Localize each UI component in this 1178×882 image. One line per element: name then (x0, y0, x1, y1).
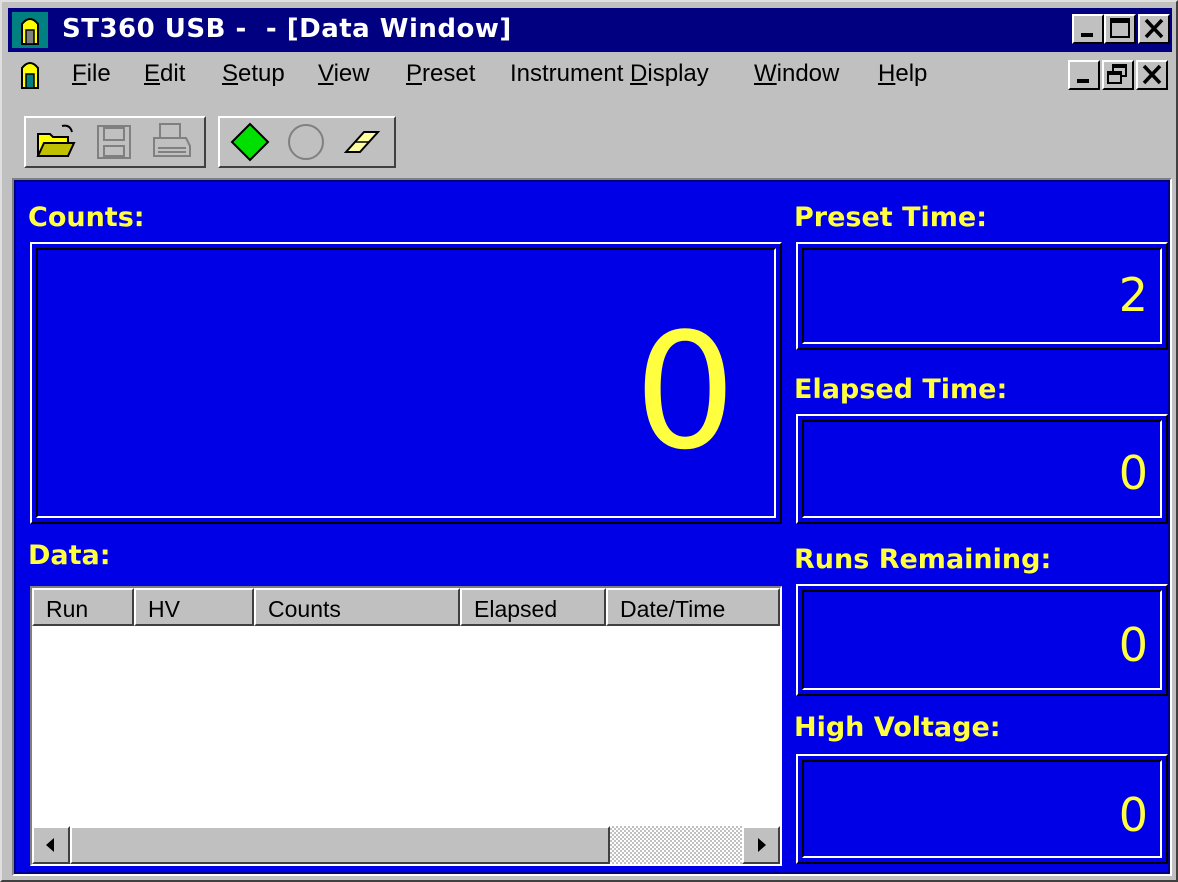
start-button[interactable] (222, 118, 278, 166)
minimize-icon (1081, 33, 1093, 37)
table-header: Run HV Counts Elapsed Date/Time (32, 588, 780, 626)
menu-instrument-label: Instrument (510, 60, 631, 87)
column-header-counts[interactable]: Counts (254, 588, 460, 626)
menu-help[interactable]: Help (878, 60, 927, 88)
runs-remaining-display-inner (802, 590, 1162, 690)
scrollbar-thumb[interactable] (70, 826, 610, 864)
start-diamond-icon (230, 122, 270, 162)
app-window: ST360 USB - - [Data Window] File Edit Se… (0, 0, 1178, 882)
save-disk-icon (97, 125, 131, 159)
open-button[interactable] (28, 118, 84, 166)
stop-circle-icon (288, 124, 324, 160)
elapsed-time-label: Elapsed Time: (794, 374, 1008, 405)
eraser-icon (343, 131, 381, 153)
data-panel: Counts: 0 Preset Time: 2 Elapsed Time: 0… (16, 182, 1168, 872)
menu-window-mnemonic: W (754, 60, 777, 87)
scroll-left-button[interactable] (32, 826, 70, 864)
close-icon (1144, 18, 1164, 39)
horizontal-scrollbar[interactable] (32, 826, 780, 864)
data-table[interactable]: Run HV Counts Elapsed Date/Time (30, 586, 782, 866)
high-voltage-value: 0 (1118, 788, 1148, 842)
runs-remaining-display: 0 (796, 584, 1168, 696)
counts-label: Counts: (28, 202, 145, 233)
column-header-hv[interactable]: HV (134, 588, 254, 626)
arrow-right-icon (758, 838, 766, 852)
toolbar-group-file (24, 116, 206, 168)
menu-preset-label: reset (422, 60, 476, 87)
menu-view-mnemonic: V (318, 60, 334, 87)
menu-bar: File Edit Setup View Preset Instrument D… (8, 54, 1172, 98)
elapsed-time-value: 0 (1118, 446, 1148, 500)
menu-preset[interactable]: Preset (406, 60, 475, 88)
elapsed-time-display-inner (802, 420, 1162, 518)
close-button[interactable] (1138, 14, 1170, 44)
runs-remaining-label: Runs Remaining: (794, 544, 1052, 575)
menu-view[interactable]: View (318, 60, 370, 88)
data-window: Counts: 0 Preset Time: 2 Elapsed Time: 0… (12, 178, 1172, 876)
counts-value: 0 (634, 298, 736, 485)
menu-window[interactable]: Window (754, 60, 839, 88)
toolbar-group-run (218, 116, 396, 168)
menu-setup[interactable]: Setup (222, 60, 285, 88)
title-bar[interactable]: ST360 USB - - [Data Window] (8, 8, 1172, 52)
preset-time-display: 2 (796, 242, 1168, 350)
minimize-icon (1077, 79, 1089, 83)
menu-edit[interactable]: Edit (144, 60, 185, 88)
restore-icon (1107, 64, 1127, 84)
menu-edit-label: dit (160, 60, 186, 87)
stop-button[interactable] (278, 118, 334, 166)
child-minimize-button[interactable] (1068, 60, 1100, 90)
minimize-button[interactable] (1072, 14, 1104, 44)
runs-remaining-value: 0 (1118, 618, 1148, 672)
menu-help-label: elp (895, 60, 928, 87)
close-icon (1142, 64, 1162, 85)
save-button[interactable] (86, 118, 142, 166)
maximize-icon (1110, 18, 1130, 38)
window-title: ST360 USB - - [Data Window] (62, 14, 512, 44)
menu-file[interactable]: File (72, 60, 111, 88)
elapsed-time-display: 0 (796, 414, 1168, 524)
clear-button[interactable] (334, 118, 390, 166)
menu-display-mnemonic: D (630, 60, 648, 87)
high-voltage-label: High Voltage: (794, 712, 1001, 743)
menu-file-mnemonic: F (72, 60, 87, 87)
menu-instrument-display[interactable]: Instrument Display (510, 60, 709, 88)
column-header-elapsed[interactable]: Elapsed (460, 588, 606, 626)
preset-time-label: Preset Time: (794, 202, 988, 233)
open-folder-icon (36, 124, 76, 157)
menu-view-label: iew (333, 60, 370, 87)
app-icon[interactable] (12, 12, 48, 48)
scroll-right-button[interactable] (742, 826, 780, 864)
menu-setup-label: etup (238, 60, 285, 87)
print-icon (153, 123, 191, 157)
menu-edit-mnemonic: E (144, 60, 161, 87)
counts-display: 0 (30, 242, 782, 524)
child-restore-button[interactable] (1102, 60, 1134, 90)
menu-preset-mnemonic: P (406, 60, 423, 87)
data-label: Data: (28, 540, 111, 571)
maximize-button[interactable] (1104, 14, 1136, 44)
child-window-icon[interactable] (12, 56, 48, 90)
menu-help-mnemonic: H (878, 60, 896, 87)
high-voltage-display: 0 (796, 754, 1168, 864)
column-header-date-time[interactable]: Date/Time (606, 588, 780, 626)
preset-time-value: 2 (1118, 268, 1148, 322)
child-close-button[interactable] (1136, 60, 1168, 90)
menu-setup-mnemonic: S (222, 60, 239, 87)
scrollbar-track[interactable] (610, 826, 742, 864)
column-header-run[interactable]: Run (32, 588, 134, 626)
high-voltage-display-inner (802, 760, 1162, 858)
menu-display-label: isplay (647, 60, 709, 87)
arrow-left-icon (46, 838, 54, 852)
menu-window-label: indow (776, 60, 840, 87)
toolbar (8, 110, 1172, 170)
menu-file-label: ile (86, 60, 111, 87)
print-button[interactable] (144, 118, 200, 166)
preset-time-display-inner (802, 248, 1162, 344)
